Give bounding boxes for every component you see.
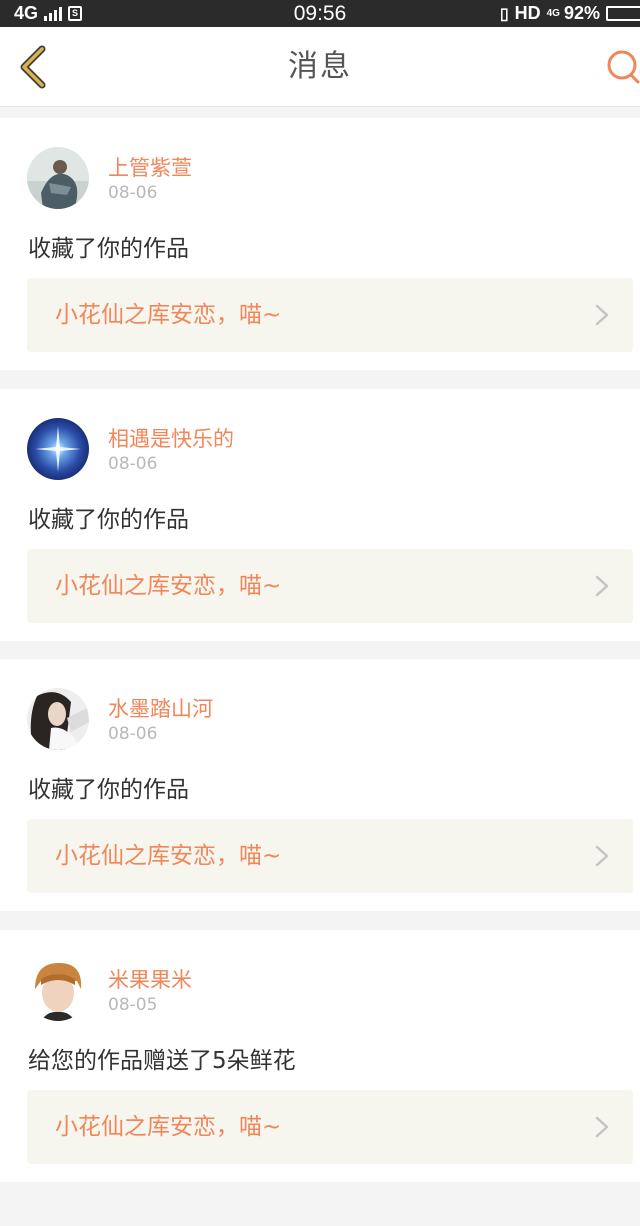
message-date: 08-05	[108, 995, 158, 1015]
chevron-right-icon	[595, 845, 609, 867]
work-link[interactable]: 小花仙之库安恋，喵~	[27, 278, 633, 352]
avatar[interactable]	[27, 418, 89, 480]
page-title: 消息	[288, 49, 352, 84]
work-link[interactable]: 小花仙之库安恋，喵~	[27, 1090, 633, 1164]
work-title: 小花仙之库安恋，喵~	[55, 302, 282, 328]
username[interactable]: 上管紫萱	[108, 152, 192, 182]
avatar[interactable]	[27, 147, 89, 209]
message-card: 米果果米 08-05 给您的作品赠送了5朵鲜花 小花仙之库安恋，喵~	[0, 930, 640, 1182]
work-link[interactable]: 小花仙之库安恋，喵~	[27, 819, 633, 893]
message-card: 相遇是快乐的 08-06 收藏了你的作品 小花仙之库安恋，喵~	[0, 389, 640, 641]
message-card: 上管紫萱 08-06 收藏了你的作品 小花仙之库安恋，喵~	[0, 118, 640, 370]
message-card: 水墨踏山河 08-06 收藏了你的作品 小花仙之库安恋，喵~	[0, 659, 640, 911]
header-bar: 消息	[0, 27, 640, 107]
work-link[interactable]: 小花仙之库安恋，喵~	[27, 549, 633, 623]
vibrate-icon: ▯	[499, 5, 509, 23]
status-right: ▯ HD 4G 92%	[500, 0, 640, 27]
chevron-right-icon	[595, 575, 609, 597]
hd-label: HD	[514, 3, 541, 23]
chevron-right-icon	[595, 304, 609, 326]
username[interactable]: 米果果米	[108, 964, 192, 994]
message-action: 收藏了你的作品	[28, 777, 189, 803]
message-action: 收藏了你的作品	[28, 507, 189, 533]
message-date: 08-06	[108, 454, 158, 474]
work-title: 小花仙之库安恋，喵~	[55, 573, 282, 599]
username[interactable]: 相遇是快乐的	[108, 423, 234, 453]
avatar[interactable]	[27, 688, 89, 750]
search-button[interactable]	[604, 47, 640, 87]
network-4g-label: 4G	[546, 7, 560, 19]
status-bar: 4G S 09:56 ▯ HD 4G 92%	[0, 0, 640, 27]
username[interactable]: 水墨踏山河	[108, 693, 213, 723]
message-date: 08-06	[108, 183, 158, 203]
search-icon	[607, 50, 640, 84]
message-action: 收藏了你的作品	[28, 236, 189, 262]
chevron-right-icon	[595, 1116, 609, 1138]
avatar[interactable]	[27, 959, 89, 1021]
message-action: 给您的作品赠送了5朵鲜花	[28, 1048, 296, 1074]
battery-icon	[606, 6, 640, 21]
work-title: 小花仙之库安恋，喵~	[55, 843, 282, 869]
work-title: 小花仙之库安恋，喵~	[55, 1114, 282, 1140]
battery-percent: 92%	[563, 3, 600, 23]
message-date: 08-06	[108, 724, 158, 744]
